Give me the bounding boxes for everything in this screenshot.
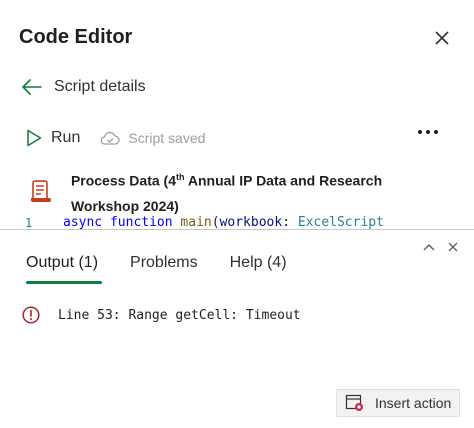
chevron-up-icon bbox=[423, 244, 435, 251]
insert-action-label: Insert action bbox=[375, 395, 452, 411]
tab-output[interactable]: Output (1) bbox=[26, 254, 103, 284]
close-panel-button[interactable] bbox=[444, 238, 462, 256]
code-editor-line[interactable]: 1 async function main(workbook: ExcelScr… bbox=[0, 214, 474, 230]
run-button[interactable]: Run bbox=[26, 129, 80, 147]
tab-problems[interactable]: Problems bbox=[130, 254, 198, 283]
code-text: async function main(workbook: ExcelScrip… bbox=[63, 215, 384, 230]
play-icon bbox=[27, 129, 42, 147]
script-header: Process Data (4th Annual IP Data and Res… bbox=[30, 165, 450, 219]
insert-action-icon bbox=[345, 394, 363, 411]
line-number: 1 bbox=[25, 216, 33, 230]
close-icon bbox=[435, 31, 449, 45]
back-label: Script details bbox=[54, 78, 146, 95]
more-icon bbox=[418, 130, 422, 134]
script-title: Process Data (4th Annual IP Data and Res… bbox=[70, 172, 383, 214]
more-options-button[interactable] bbox=[418, 130, 438, 134]
run-label: Run bbox=[51, 129, 81, 146]
collapse-panel-button[interactable] bbox=[420, 238, 438, 256]
tab-help[interactable]: Help (4) bbox=[230, 254, 287, 283]
page-title: Code Editor bbox=[19, 26, 133, 48]
script-file-icon bbox=[30, 180, 51, 202]
error-message: Line 53: Range getCell: Timeout bbox=[22, 306, 301, 324]
error-icon bbox=[22, 306, 40, 324]
arrow-left-icon bbox=[22, 79, 42, 95]
output-tabs: Output (1) Problems Help (4) bbox=[26, 254, 287, 284]
back-button[interactable]: Script details bbox=[22, 78, 146, 96]
insert-action-button[interactable]: Insert action bbox=[336, 389, 460, 417]
error-message-text: Line 53: Range getCell: Timeout bbox=[58, 307, 301, 323]
script-toolbar: Run Script saved bbox=[26, 124, 446, 152]
cloud-check-icon bbox=[100, 131, 120, 145]
save-status-label: Script saved bbox=[128, 130, 206, 146]
save-status: Script saved bbox=[100, 130, 205, 146]
close-button[interactable] bbox=[428, 24, 456, 52]
close-icon bbox=[448, 242, 458, 252]
